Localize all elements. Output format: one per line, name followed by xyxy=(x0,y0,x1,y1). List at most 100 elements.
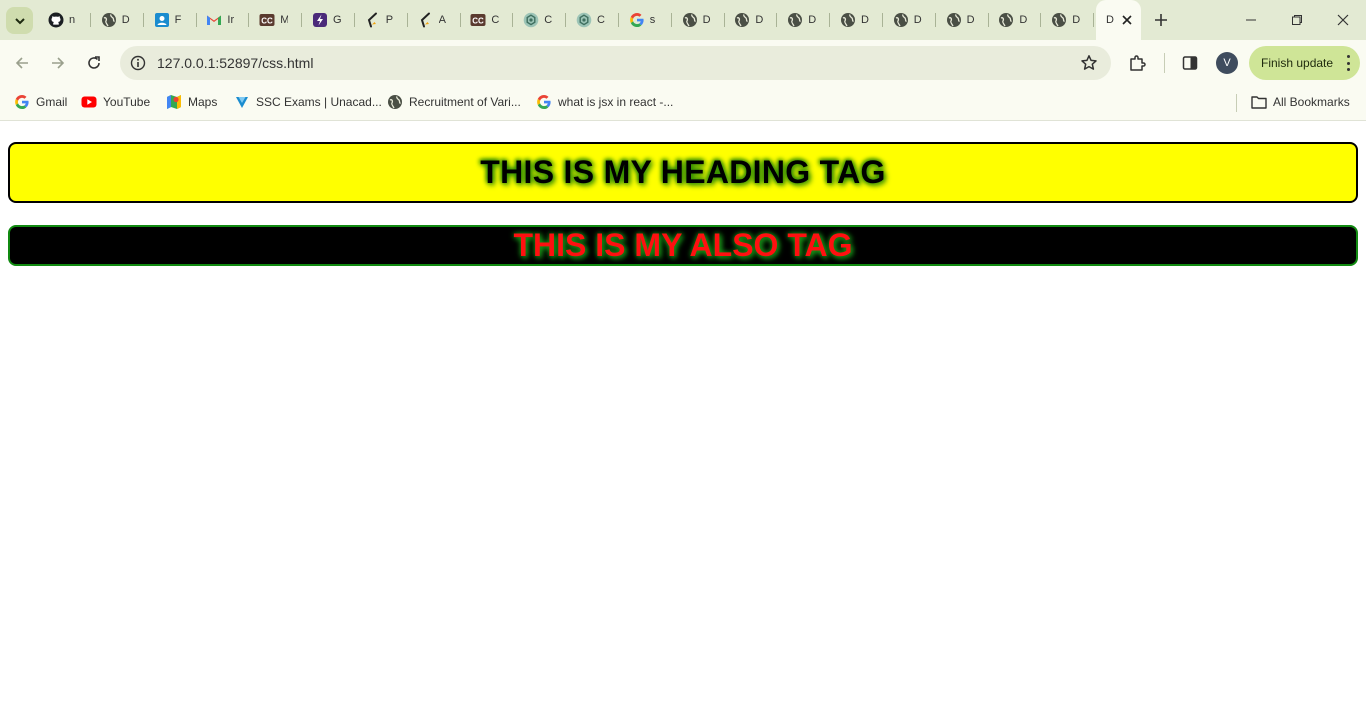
globe-icon xyxy=(1051,12,1067,28)
browser-tab[interactable]: CC C xyxy=(460,0,514,40)
plus-icon xyxy=(1155,14,1167,26)
bookmark-star-button[interactable] xyxy=(1080,54,1098,72)
side-panel-icon xyxy=(1182,56,1198,70)
info-icon xyxy=(130,55,146,71)
tab-title: D xyxy=(966,14,975,26)
browser-tab[interactable]: n xyxy=(38,0,91,40)
toolbar-divider xyxy=(1164,53,1165,73)
arrow-left-icon xyxy=(15,57,28,69)
close-icon xyxy=(1337,14,1349,26)
tab-title: C xyxy=(491,14,500,26)
tab-title: D xyxy=(1072,14,1081,26)
tab-search-button[interactable] xyxy=(6,7,33,34)
subheading-box: THIS IS MY ALSO TAG xyxy=(8,225,1358,266)
globe-icon xyxy=(387,94,403,110)
bookmark-item[interactable]: SSC Exams | Unacad... xyxy=(234,92,382,112)
browser-tab[interactable]: D xyxy=(830,0,883,40)
youtube-icon xyxy=(81,94,97,110)
browser-tab[interactable]: D xyxy=(988,0,1042,40)
new-tab-button[interactable] xyxy=(1150,9,1172,31)
reload-icon xyxy=(88,56,100,69)
pen-icon xyxy=(365,12,381,28)
address-bar[interactable]: 127.0.0.1:52897/css.html xyxy=(120,46,1111,80)
tab-title: D xyxy=(1019,14,1028,26)
folder-icon xyxy=(1251,94,1267,110)
close-tab-icon[interactable] xyxy=(1119,12,1135,28)
browser-tab[interactable]: D xyxy=(936,0,989,40)
cc-icon: CC xyxy=(259,12,275,28)
bookmark-item[interactable]: Gmail xyxy=(14,92,67,112)
page-heading: THIS IS MY HEADING TAG xyxy=(480,154,886,190)
bookmarks-bar: Gmail YouTube Maps SSC Exams | Unacad... Rec… xyxy=(0,86,1366,121)
bookmark-label: Maps xyxy=(188,95,218,109)
bookmark-item[interactable]: YouTube xyxy=(81,92,150,112)
browser-tab[interactable]: D xyxy=(724,0,778,40)
browser-tab[interactable]: s xyxy=(619,0,672,40)
reload-button[interactable] xyxy=(79,48,109,78)
chevron-down-icon xyxy=(14,17,25,24)
tab-title: F xyxy=(174,14,182,26)
tab-title: D xyxy=(702,14,711,26)
browser-tab[interactable]: D xyxy=(1041,0,1095,40)
globe-icon xyxy=(840,12,856,28)
bookmark-item[interactable]: what is jsx in react -... xyxy=(536,92,673,112)
tab-strip: n D F Ir CC M G P A CC C C Cs D D D D D D D D D xyxy=(0,0,1366,40)
browser-tab[interactable]: P xyxy=(355,0,408,40)
active-tab[interactable]: D xyxy=(1096,0,1141,40)
profile-avatar[interactable]: V xyxy=(1216,52,1238,74)
browser-tab[interactable]: C xyxy=(513,0,567,40)
browser-tab[interactable]: C xyxy=(566,0,619,40)
side-panel-button[interactable] xyxy=(1177,50,1203,76)
tab-title: A xyxy=(438,14,446,26)
extensions-button[interactable] xyxy=(1124,50,1150,76)
browser-tab[interactable]: D xyxy=(672,0,725,40)
browser-toolbar: 127.0.0.1:52897/css.html V Finish update xyxy=(0,40,1366,86)
back-button[interactable] xyxy=(7,48,37,78)
url-text[interactable]: 127.0.0.1:52897/css.html xyxy=(157,55,313,71)
bookmark-label: YouTube xyxy=(103,95,151,109)
close-window-button[interactable] xyxy=(1320,0,1366,40)
browser-tab[interactable]: D xyxy=(777,0,831,40)
finish-update-button[interactable]: Finish update xyxy=(1249,46,1360,80)
page-content: THIS IS MY HEADING TAG THIS IS MY ALSO T… xyxy=(0,121,1366,728)
browser-tab[interactable]: D xyxy=(91,0,144,40)
page-subheading: THIS IS MY ALSO TAG xyxy=(513,227,853,263)
bookmark-label: what is jsx in react -... xyxy=(558,95,674,109)
active-tab-title: D xyxy=(1106,14,1114,26)
globe-icon xyxy=(787,12,803,28)
tab-title: M xyxy=(280,14,289,26)
forward-button[interactable] xyxy=(43,48,73,78)
browser-tab[interactable]: G xyxy=(302,0,355,40)
bookmark-item[interactable]: Recruitment of Vari... xyxy=(387,92,521,112)
bookmark-label: SSC Exams | Unacad... xyxy=(256,95,382,109)
restore-button[interactable] xyxy=(1274,0,1320,40)
finish-update-label: Finish update xyxy=(1261,56,1334,70)
browser-tab[interactable]: A xyxy=(408,0,461,40)
browser-tab[interactable]: Ir xyxy=(196,0,250,40)
tab-title: Ir xyxy=(227,14,235,26)
bookmark-item[interactable]: Maps xyxy=(166,92,217,112)
browser-tab[interactable]: F xyxy=(144,0,197,40)
unacademy-icon xyxy=(234,94,250,110)
pen-icon xyxy=(418,12,434,28)
all-bookmarks-label: All Bookmarks xyxy=(1273,95,1350,109)
globe-icon xyxy=(893,12,909,28)
minimize-button[interactable] xyxy=(1228,0,1274,40)
browser-tab[interactable]: CC M xyxy=(249,0,303,40)
globe-icon xyxy=(946,12,962,28)
cc-icon: CC xyxy=(470,12,486,28)
site-info-button[interactable] xyxy=(128,53,148,73)
maps-icon xyxy=(166,94,182,110)
google-icon xyxy=(536,94,552,110)
tab-title: P xyxy=(385,14,394,26)
bookmarks-divider xyxy=(1236,94,1237,112)
all-bookmarks-button[interactable]: All Bookmarks xyxy=(1251,92,1350,112)
tab-title: D xyxy=(121,14,130,26)
globe-icon xyxy=(734,12,750,28)
bookmark-label: Recruitment of Vari... xyxy=(409,95,521,109)
tab-title: n xyxy=(69,14,76,26)
tab-title: s xyxy=(649,14,656,26)
browser-tab[interactable]: D xyxy=(883,0,936,40)
tab-title: D xyxy=(861,14,869,26)
star-icon xyxy=(1081,55,1097,70)
